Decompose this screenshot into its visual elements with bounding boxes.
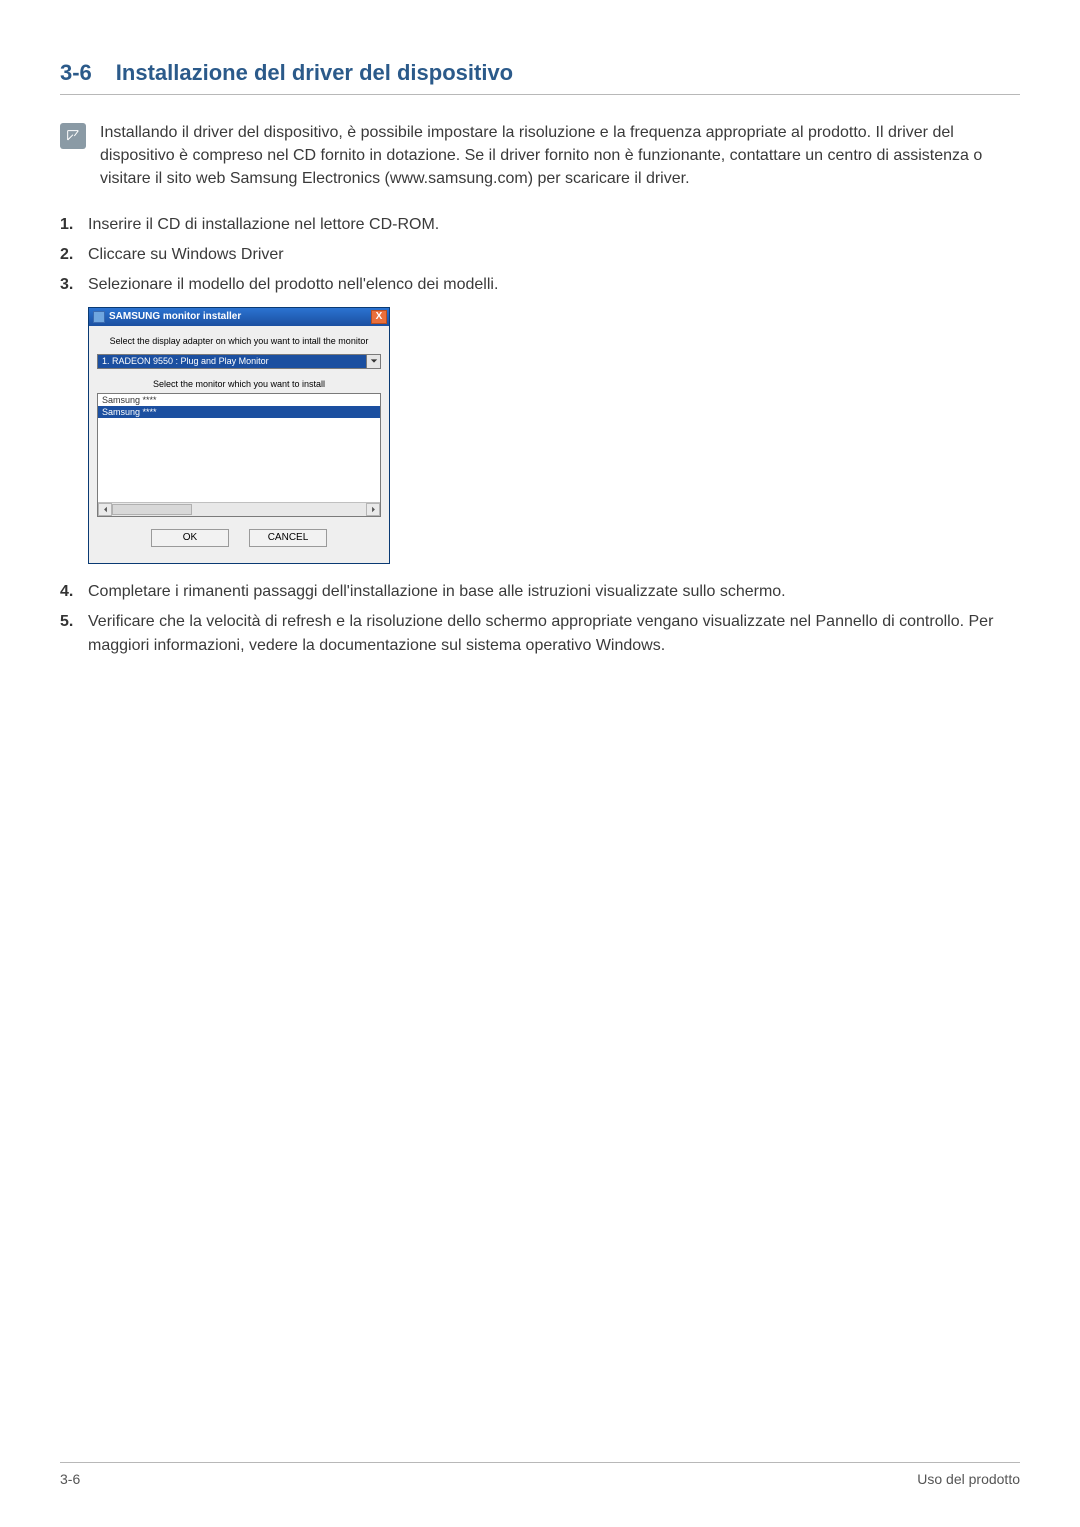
steps-list: Inserire il CD di installazione nel lett… (60, 213, 1020, 297)
page-footer: 3-6 Uso del prodotto (60, 1462, 1020, 1487)
heading-rule (60, 94, 1020, 95)
footer-left: 3-6 (60, 1471, 80, 1487)
step-5: Verificare che la velocità di refresh e … (60, 610, 1020, 658)
scrollbar-thumb[interactable] (112, 504, 192, 515)
step-1: Inserire il CD di installazione nel lett… (60, 213, 1020, 237)
installer-window: SAMSUNG monitor installer X Select the d… (88, 307, 390, 564)
horizontal-scrollbar[interactable] (98, 502, 380, 516)
close-icon[interactable]: X (371, 310, 387, 324)
note-icon (60, 123, 86, 149)
list-item[interactable]: Samsung **** (98, 406, 380, 418)
note-block: Installando il driver del dispositivo, è… (60, 121, 1020, 191)
steps-list-continued: Completare i rimanenti passaggi dell'ins… (60, 580, 1020, 658)
step-3: Selezionare il modello del prodotto nell… (60, 273, 1020, 297)
adapter-select-value: 1. RADEON 9550 : Plug and Play Monitor (97, 354, 367, 369)
monitor-list[interactable]: Samsung **** Samsung **** (97, 393, 381, 517)
step-2: Cliccare su Windows Driver (60, 243, 1020, 267)
list-item[interactable]: Samsung **** (98, 394, 380, 406)
ok-button[interactable]: OK (151, 529, 229, 547)
step-4: Completare i rimanenti passaggi dell'ins… (60, 580, 1020, 604)
chevron-down-icon[interactable] (367, 354, 381, 369)
note-text: Installando il driver del dispositivo, è… (100, 121, 1020, 191)
section-heading: 3-6 Installazione del driver del disposi… (60, 60, 1020, 86)
chevron-right-icon[interactable] (366, 503, 380, 516)
window-title: SAMSUNG monitor installer (109, 311, 241, 322)
cancel-button[interactable]: CANCEL (249, 529, 327, 547)
heading-number: 3-6 (60, 60, 92, 86)
footer-right: Uso del prodotto (917, 1471, 1020, 1487)
titlebar: SAMSUNG monitor installer X (89, 308, 389, 326)
monitor-label: Select the monitor which you want to ins… (97, 379, 381, 389)
installer-dialog-figure: SAMSUNG monitor installer X Select the d… (88, 307, 1020, 564)
chevron-left-icon[interactable] (98, 503, 112, 516)
heading-title: Installazione del driver del dispositivo (116, 60, 513, 86)
window-icon (93, 311, 105, 323)
adapter-select[interactable]: 1. RADEON 9550 : Plug and Play Monitor (97, 354, 381, 369)
adapter-label: Select the display adapter on which you … (97, 336, 381, 346)
